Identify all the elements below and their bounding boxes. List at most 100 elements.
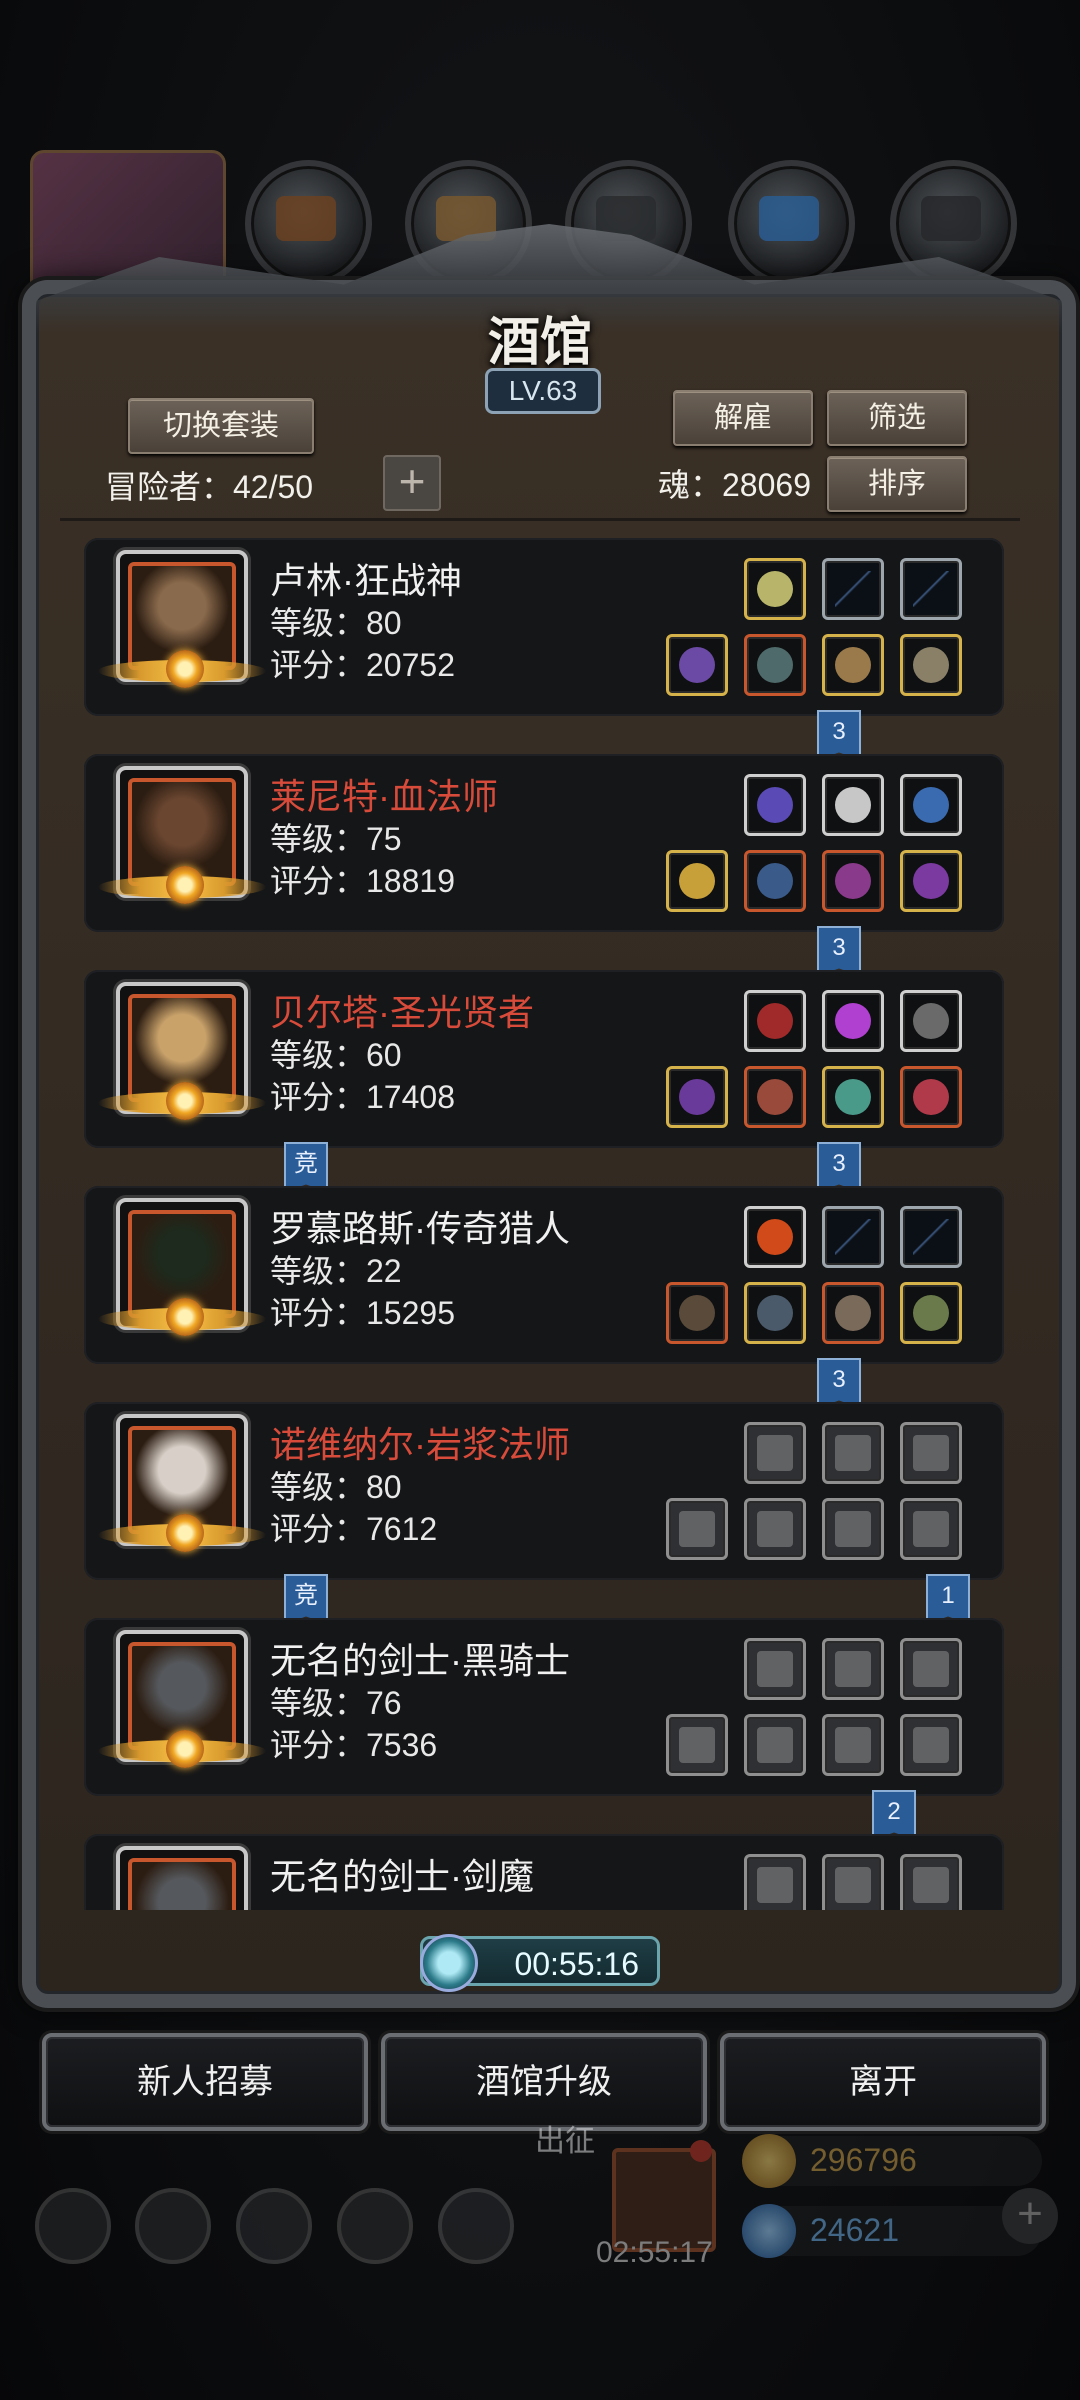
add-gems-button[interactable]: +: [1002, 2188, 1058, 2244]
empty-slot[interactable]: [744, 1498, 806, 1560]
empty-slot[interactable]: [822, 1714, 884, 1776]
empty-slot[interactable]: [744, 1422, 806, 1484]
empty-slot[interactable]: [822, 1422, 884, 1484]
sort-button[interactable]: 排序: [827, 456, 967, 512]
gloves-slot[interactable]: [822, 634, 884, 696]
ring-slot[interactable]: [900, 1282, 962, 1344]
hero-portrait[interactable]: [98, 1414, 266, 1552]
hero-portrait[interactable]: [98, 982, 266, 1120]
settings-icon[interactable]: [35, 2188, 111, 2264]
hourglass-slot-icon: [913, 1435, 949, 1471]
hero-portrait[interactable]: [98, 766, 266, 904]
hero-portrait[interactable]: [98, 550, 266, 688]
empty-slot[interactable]: [900, 1638, 962, 1700]
empty-slot[interactable]: [900, 1714, 962, 1776]
empty-slot[interactable]: [900, 1422, 962, 1484]
accessory-slot[interactable]: [744, 1206, 806, 1268]
armor-slot[interactable]: [744, 1282, 806, 1344]
accessory-slot[interactable]: [744, 774, 806, 836]
clock-icon: [420, 1934, 478, 1992]
empty-slot[interactable]: [822, 1854, 884, 1910]
accessory-slot[interactable]: [744, 990, 806, 1052]
empty-slot[interactable]: [744, 1714, 806, 1776]
empty-slot[interactable]: [744, 1638, 806, 1700]
gem-icon: [742, 2204, 796, 2258]
ring-slot-icon: [913, 1511, 949, 1547]
hero-card[interactable]: 罗慕路斯·传奇猎人 等级：22 评分：15295: [84, 1186, 1004, 1364]
hero-list[interactable]: 卢林·狂战神 等级：80 评分：20752 3 莱尼特·血法师 等级：75 评分…: [62, 530, 1017, 1910]
empty-slot[interactable]: [822, 558, 884, 620]
hourglass-slot-icon: [835, 1651, 871, 1687]
ring-slot[interactable]: [900, 850, 962, 912]
bracer-icon: [913, 1003, 949, 1039]
armor-icon: [757, 1079, 793, 1115]
hero-level: 等级：80: [270, 1469, 402, 1505]
switch-set-button[interactable]: 切换套装: [128, 398, 314, 454]
hero-portrait[interactable]: [116, 1846, 248, 1910]
notification-dot-icon: [690, 2140, 712, 2162]
hero-card[interactable]: 贝尔塔·圣光贤者 等级：60 评分：17408: [84, 970, 1004, 1148]
empty-slot[interactable]: [900, 1498, 962, 1560]
hero-level: 等级：75: [270, 821, 402, 857]
hero-name: 无名的剑士·剑魔: [270, 1856, 534, 1897]
set-count-badge: 3: [817, 926, 861, 976]
sword-slot-icon: [679, 1727, 715, 1763]
bottom-hud: 出征 02:55:17 296796 24621 +: [0, 2100, 1080, 2400]
hero-name: 罗慕路斯·传奇猎人: [270, 1208, 570, 1249]
hero-level: 等级：80: [270, 605, 402, 641]
fire-icon: [757, 1219, 793, 1255]
dismiss-button[interactable]: 解雇: [673, 390, 813, 446]
mail-icon[interactable]: [337, 2188, 413, 2264]
ring-icon: [835, 1079, 871, 1115]
accessory-slot[interactable]: [822, 990, 884, 1052]
accessory-slot[interactable]: [822, 774, 884, 836]
hero-card[interactable]: 诺维纳尔·岩浆法师 等级：80 评分：7612: [84, 1402, 1004, 1580]
ring-slot[interactable]: [822, 1066, 884, 1128]
empty-slot[interactable]: [822, 1206, 884, 1268]
necklace-slot[interactable]: [900, 1066, 962, 1128]
flame-slot-icon: [757, 1435, 793, 1471]
helmet-slot[interactable]: [900, 634, 962, 696]
weapon-slot[interactable]: [666, 1066, 728, 1128]
weapon-slot[interactable]: [666, 850, 728, 912]
hero-card[interactable]: 无名的剑士·黑骑士 等级：76 评分：7536: [84, 1618, 1004, 1796]
hourglass-slot-icon: [835, 1867, 871, 1903]
armor-slot[interactable]: [744, 1066, 806, 1128]
empty-slot[interactable]: [666, 1714, 728, 1776]
staff-icon: [679, 863, 715, 899]
flame-slot-icon: [757, 1651, 793, 1687]
hero-card[interactable]: 无名的剑士·剑魔: [84, 1834, 1004, 1910]
empty-slot[interactable]: [744, 1854, 806, 1910]
empty-slot[interactable]: [900, 558, 962, 620]
add-capacity-button[interactable]: +: [383, 455, 441, 511]
hero-card[interactable]: 卢林·狂战神 等级：80 评分：20752: [84, 538, 1004, 716]
helmet-slot[interactable]: [822, 1282, 884, 1344]
empty-slot[interactable]: [900, 1206, 962, 1268]
hero-portrait[interactable]: [98, 1630, 266, 1768]
accessory-slot[interactable]: [900, 990, 962, 1052]
filter-button[interactable]: 筛选: [827, 390, 967, 446]
hero-portrait[interactable]: [98, 1198, 266, 1336]
empty-slot[interactable]: [900, 1854, 962, 1910]
empty-slot[interactable]: [666, 1498, 728, 1560]
necklace-slot[interactable]: [822, 850, 884, 912]
accessory-slot[interactable]: [900, 774, 962, 836]
ring-slot-icon: [835, 1727, 871, 1763]
hero-score: 评分：15295: [270, 1295, 455, 1331]
bag-icon[interactable]: [438, 2188, 514, 2264]
hero-card[interactable]: 莱尼特·血法师 等级：75 评分：18819: [84, 754, 1004, 932]
weapon-slot[interactable]: [666, 634, 728, 696]
ring-slot-icon: [913, 1727, 949, 1763]
armor-slot[interactable]: [744, 850, 806, 912]
scepter-icon: [679, 1079, 715, 1115]
set-count-badge: 3: [817, 1142, 861, 1192]
achievement-icon[interactable]: [135, 2188, 211, 2264]
empty-slot[interactable]: [822, 1638, 884, 1700]
empty-slot-icon: [835, 571, 871, 607]
weapon-slot[interactable]: [666, 1282, 728, 1344]
accessory-slot[interactable]: [744, 558, 806, 620]
gem-amount: 24621: [810, 2212, 899, 2248]
empty-slot[interactable]: [822, 1498, 884, 1560]
guild-icon[interactable]: [236, 2188, 312, 2264]
armor-slot[interactable]: [744, 634, 806, 696]
